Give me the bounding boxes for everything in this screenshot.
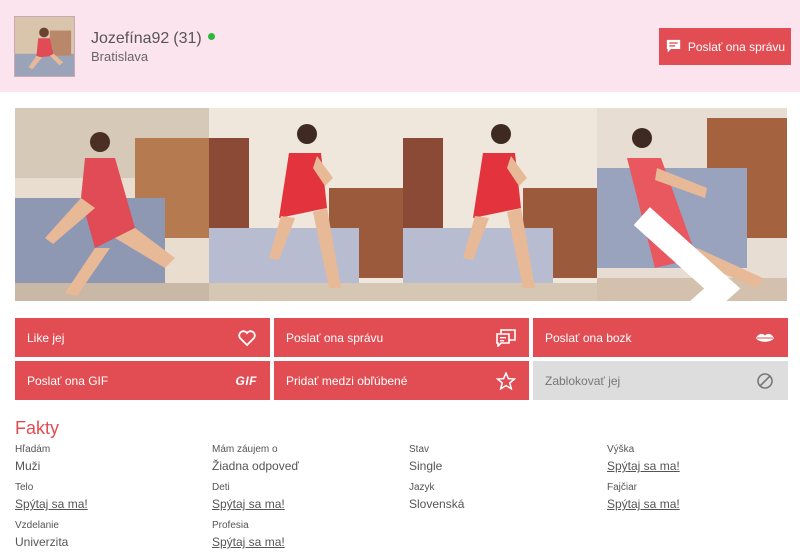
send-gif-button[interactable]: Poslať ona GIF GIF <box>15 361 270 400</box>
fact-label: Vzdelanie <box>15 520 59 531</box>
action-buttons: Like jej Poslať ona správu Poslať ona bo… <box>15 318 788 400</box>
next-photo-icon[interactable] <box>597 192 777 301</box>
send-message-button[interactable]: Poslať ona správu <box>659 28 791 65</box>
send-message-action-label: Poslať ona správu <box>286 330 384 345</box>
fact-label: Výška <box>607 444 635 455</box>
fact-value: Slovenská <box>409 497 465 511</box>
block-icon <box>757 372 773 389</box>
facts-grid: Hľadám Muži Mám záujem o Žiadna odpoveď St… <box>15 444 795 551</box>
profile-header: Jozefína92 (31) Bratislava Poslať ona spr… <box>0 0 800 92</box>
age-text: (31) <box>173 30 202 47</box>
ask-me-link[interactable]: Spýtaj sa ma! <box>15 496 212 512</box>
lips-icon <box>755 333 775 342</box>
fact-value: Single <box>409 459 443 473</box>
facts-title: Fakty <box>15 418 60 438</box>
fact-jazyk: Jazyk Slovenská <box>409 482 607 513</box>
fact-label: Telo <box>15 482 34 493</box>
fact-label: Mám záujem o <box>212 444 278 455</box>
fact-label: Deti <box>212 482 230 493</box>
fact-fajciar: Fajčiar Spýtaj sa ma! <box>607 482 787 513</box>
fact-label: Fajčiar <box>607 482 638 493</box>
star-icon <box>496 371 516 390</box>
online-status-icon <box>207 33 215 41</box>
chat-icon <box>666 39 681 53</box>
gif-icon: GIF <box>235 373 257 388</box>
ask-me-link[interactable]: Spýtaj sa ma! <box>607 458 787 474</box>
fact-vzdelanie: Vzdelanie Univerzita <box>15 520 212 551</box>
city: Bratislava <box>91 49 149 64</box>
block-button[interactable]: Zablokovať jej <box>533 361 788 400</box>
username-text: Jozefína92 <box>91 30 170 47</box>
heart-icon <box>238 329 256 346</box>
fact-profesia: Profesia Spýtaj sa ma! <box>212 520 409 551</box>
like-label: Like jej <box>27 330 65 345</box>
fact-label: Jazyk <box>409 482 435 493</box>
gallery-photo[interactable] <box>597 108 787 301</box>
fact-stav: Stav Single <box>409 444 607 475</box>
chat-icon <box>496 328 516 347</box>
send-gif-label: Poslať ona GIF <box>27 373 109 388</box>
gallery-photo[interactable] <box>15 108 209 301</box>
fact-zaujem: Mám záujem o Žiadna odpoveď <box>212 444 409 475</box>
fact-vyska: Výška Spýtaj sa ma! <box>607 444 787 475</box>
fact-label: Stav <box>409 444 430 455</box>
gallery-photo[interactable] <box>209 108 403 301</box>
fact-label: Hľadám <box>15 444 51 455</box>
avatar[interactable] <box>14 16 75 77</box>
send-kiss-button[interactable]: Poslať ona bozk <box>533 318 788 357</box>
fact-telo: Telo Spýtaj sa ma! <box>15 482 212 513</box>
add-favorite-button[interactable]: Pridať medzi obľúbené <box>274 361 529 400</box>
send-kiss-label: Poslať ona bozk <box>545 330 632 345</box>
fact-label: Profesia <box>212 520 249 531</box>
photo-gallery <box>15 108 787 301</box>
block-label: Zablokovať jej <box>545 373 621 388</box>
ask-me-link[interactable]: Spýtaj sa ma! <box>212 534 409 550</box>
like-button[interactable]: Like jej <box>15 318 270 357</box>
fact-value: Univerzita <box>15 535 69 549</box>
send-message-label: Poslať ona správu <box>687 39 786 54</box>
send-message-action-button[interactable]: Poslať ona správu <box>274 318 529 357</box>
fact-deti: Deti Spýtaj sa ma! <box>212 482 409 513</box>
ask-me-link[interactable]: Spýtaj sa ma! <box>607 496 787 512</box>
gallery-photo[interactable] <box>403 108 597 301</box>
username: Jozefína92 (31) <box>91 30 215 48</box>
fact-hladam: Hľadám Muži <box>15 444 212 475</box>
ask-me-link[interactable]: Spýtaj sa ma! <box>212 496 409 512</box>
add-favorite-label: Pridať medzi obľúbené <box>286 373 408 388</box>
fact-value: Žiadna odpoveď <box>212 459 299 473</box>
fact-value: Muži <box>15 459 41 473</box>
